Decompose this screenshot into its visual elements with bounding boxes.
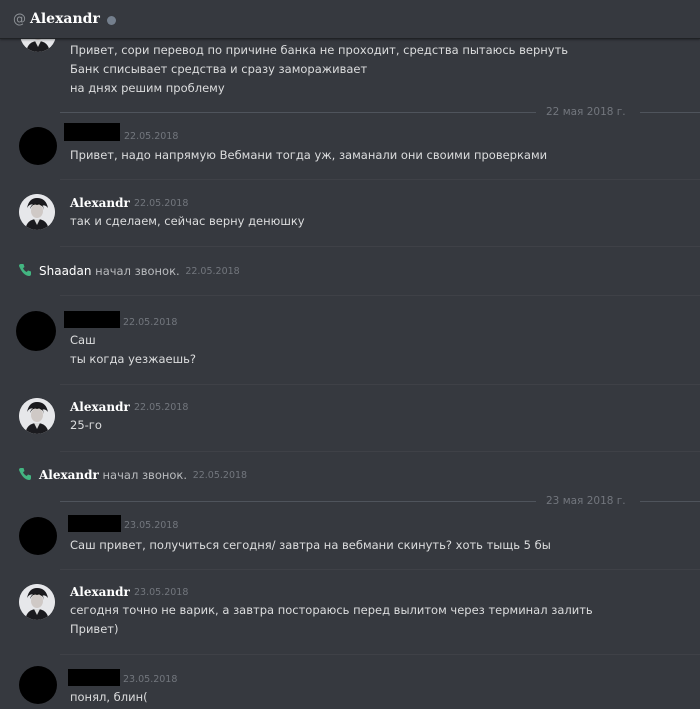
author-name[interactable]: Alexandr [70, 400, 130, 414]
separator [60, 179, 700, 180]
timestamp: 22.05.2018 [134, 198, 189, 209]
timestamp: 22.05.2018 [124, 131, 179, 142]
avatar[interactable] [16, 311, 56, 351]
separator [60, 295, 700, 296]
phone-icon [19, 264, 31, 276]
message-text: 25-го [70, 418, 102, 432]
message-text: сегодня точно не варик, а завтра постора… [70, 603, 593, 617]
timestamp: 23.05.2018 [134, 587, 189, 598]
message-text: Привет, надо напрямую Вебмани тогда уж, … [70, 148, 548, 162]
redacted-username [64, 123, 120, 141]
message-text: так и сделаем, сейчас верну денюшку [70, 214, 305, 228]
channel-header: @ Alexandr [0, 0, 700, 39]
avatar[interactable] [19, 584, 55, 620]
call-started-event: Shaadan начал звонок. 22.05.2018 [39, 264, 240, 278]
separator [60, 451, 700, 452]
timestamp: 22.05.2018 [134, 402, 189, 413]
date-divider: 23 мая 2018 г. [60, 495, 700, 507]
message-text: Саш [70, 333, 96, 347]
message-text: Привет) [70, 622, 119, 636]
avatar[interactable] [19, 398, 55, 434]
timestamp: 22.05.2018 [192, 470, 248, 481]
avatar[interactable] [19, 517, 57, 555]
separator [60, 246, 700, 247]
author-name[interactable]: Alexandr [70, 585, 130, 599]
message-text: ты когда уезжаешь? [70, 352, 196, 366]
redacted-username [68, 515, 121, 532]
timestamp: 23.05.2018 [123, 674, 178, 685]
call-started-event: Alexandr начал звонок. 22.05.2018 [39, 468, 248, 482]
caller-name[interactable]: Alexandr [39, 468, 99, 482]
message-text: понял, блин( [70, 690, 148, 704]
separator [60, 654, 700, 655]
redacted-username [68, 669, 120, 686]
caller-name[interactable]: Shaadan [39, 264, 92, 278]
at-icon: @ [13, 11, 26, 27]
message-text: Привет, сори перевод по причине банка не… [70, 43, 569, 57]
redacted-username [64, 311, 120, 328]
message-list[interactable]: Привет, сори перевод по причине банка не… [0, 0, 700, 709]
message-text: Банк списывает средства и сразу заморажи… [70, 62, 368, 76]
separator [60, 569, 700, 570]
timestamp: 22.05.2018 [123, 317, 178, 328]
avatar[interactable] [19, 194, 55, 230]
phone-icon [19, 468, 31, 480]
author-name[interactable]: Alexandr [70, 196, 130, 210]
timestamp: 22.05.2018 [185, 266, 240, 277]
message-text: на днях решим проблему [70, 81, 225, 95]
message-text: Саш привет, получиться сегодня/ завтра н… [70, 538, 551, 552]
date-divider: 22 мая 2018 г. [60, 106, 700, 118]
channel-title[interactable]: Alexandr [30, 11, 100, 27]
status-indicator [106, 15, 116, 25]
avatar[interactable] [19, 666, 57, 704]
separator [60, 384, 700, 385]
avatar[interactable] [19, 127, 57, 165]
timestamp: 23.05.2018 [124, 520, 179, 531]
